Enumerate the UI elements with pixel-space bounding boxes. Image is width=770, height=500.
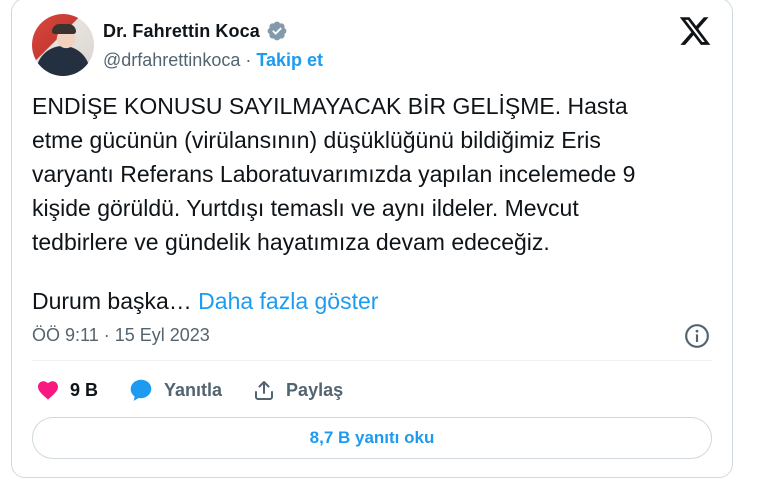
share-label: Paylaş [286,379,344,400]
show-more-link[interactable]: Daha fazla göster [198,288,378,314]
share-button[interactable]: Paylaş [252,378,343,402]
divider [32,360,712,361]
truncated-text: Durum başka… [32,288,199,314]
truncated-row: Durum başka… Daha fazla göster [32,284,378,318]
like-button[interactable]: 9 B [36,378,98,402]
read-replies-button[interactable]: 8,7 B yanıtı oku [32,417,712,459]
tweet-timestamp[interactable]: ÖÖ 9:11 · 15 Eyl 2023 [32,325,210,346]
avatar-hair [52,24,76,34]
follow-button[interactable]: Takip et [256,50,323,70]
avatar[interactable] [32,14,94,76]
author-handle-row: @drfahrettinkoca · Takip et [103,50,323,71]
share-icon [255,381,274,400]
likes-count: 9 B [70,379,99,400]
author-handle[interactable]: @drfahrettinkoca [103,50,240,70]
reply-bubble-icon [130,379,152,401]
action-bar: 9 B Yanıtla Paylaş [36,377,373,403]
tweet-text: ENDİŞE KONUSU SAYILMAYACAK BİR GELİŞME. … [32,93,636,255]
verified-badge-icon [267,21,287,41]
author-name[interactable]: Dr. Fahrettin Koca [103,21,260,42]
x-logo-icon[interactable] [678,14,712,48]
heart-icon [38,381,58,400]
reply-label: Yanıtla [164,379,223,400]
info-icon[interactable] [684,323,710,349]
reply-button[interactable]: Yanıtla [128,377,222,403]
author-name-row: Dr. Fahrettin Koca [103,20,288,42]
handle-separator: · [240,50,257,70]
